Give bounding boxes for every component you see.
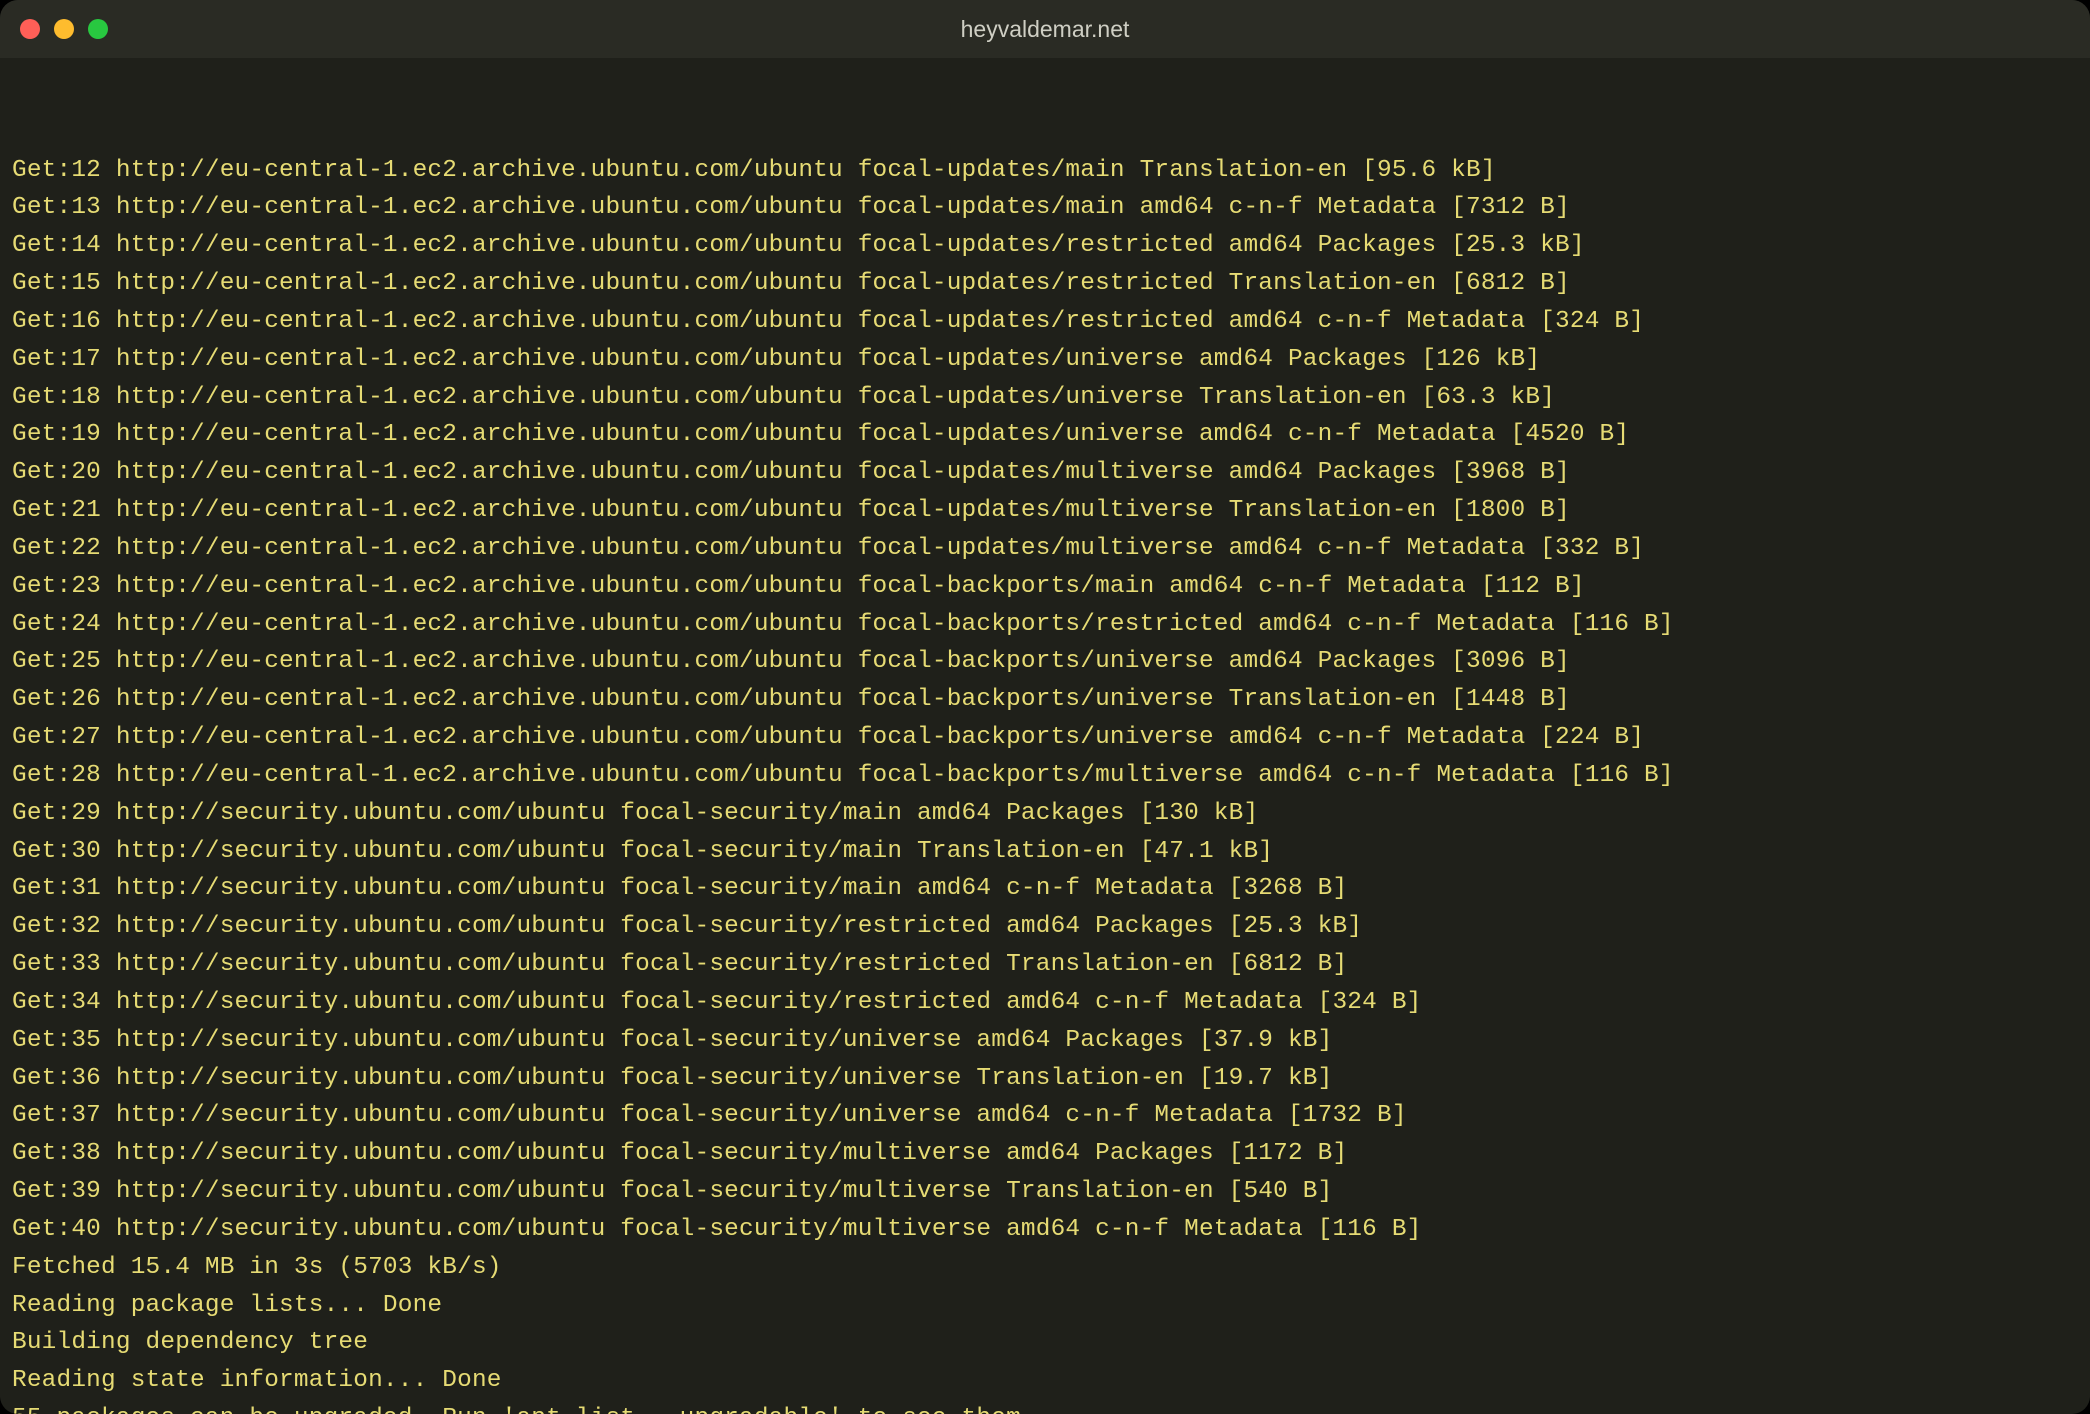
terminal-output-line: Building dependency tree (12, 1324, 2078, 1362)
terminal-output-line: Get:30 http://security.ubuntu.com/ubuntu… (12, 833, 2078, 871)
terminal-output-line: Get:32 http://security.ubuntu.com/ubuntu… (12, 908, 2078, 946)
terminal-output-line: Get:39 http://security.ubuntu.com/ubuntu… (12, 1173, 2078, 1211)
window-controls (20, 19, 108, 39)
terminal-output-line: Get:36 http://security.ubuntu.com/ubuntu… (12, 1060, 2078, 1098)
terminal-output-line: Reading state information... Done (12, 1362, 2078, 1400)
terminal-output-line: Get:19 http://eu-central-1.ec2.archive.u… (12, 416, 2078, 454)
terminal-output-line: Get:15 http://eu-central-1.ec2.archive.u… (12, 265, 2078, 303)
minimize-icon[interactable] (54, 19, 74, 39)
terminal-output-line: Get:18 http://eu-central-1.ec2.archive.u… (12, 379, 2078, 417)
terminal-output-line: Get:37 http://security.ubuntu.com/ubuntu… (12, 1097, 2078, 1135)
terminal-output-line: Get:25 http://eu-central-1.ec2.archive.u… (12, 643, 2078, 681)
terminal-output-line: Get:33 http://security.ubuntu.com/ubuntu… (12, 946, 2078, 984)
terminal-window: heyvaldemar.net Get:12 http://eu-central… (0, 0, 2090, 1414)
close-icon[interactable] (20, 19, 40, 39)
terminal-output-line: Get:23 http://eu-central-1.ec2.archive.u… (12, 568, 2078, 606)
terminal-output-line: Fetched 15.4 MB in 3s (5703 kB/s) (12, 1249, 2078, 1287)
maximize-icon[interactable] (88, 19, 108, 39)
terminal-output: Get:12 http://eu-central-1.ec2.archive.u… (12, 152, 2078, 1414)
terminal-output-line: Get:35 http://security.ubuntu.com/ubuntu… (12, 1022, 2078, 1060)
terminal-output-line: 55 packages can be upgraded. Run 'apt li… (12, 1400, 2078, 1414)
terminal-output-line: Get:13 http://eu-central-1.ec2.archive.u… (12, 189, 2078, 227)
terminal-output-line: Get:26 http://eu-central-1.ec2.archive.u… (12, 681, 2078, 719)
terminal-body[interactable]: Get:12 http://eu-central-1.ec2.archive.u… (0, 58, 2090, 1414)
window-title: heyvaldemar.net (0, 16, 2090, 43)
window-titlebar: heyvaldemar.net (0, 0, 2090, 58)
terminal-output-line: Get:27 http://eu-central-1.ec2.archive.u… (12, 719, 2078, 757)
terminal-output-line: Get:14 http://eu-central-1.ec2.archive.u… (12, 227, 2078, 265)
terminal-output-line: Reading package lists... Done (12, 1287, 2078, 1325)
terminal-output-line: Get:34 http://security.ubuntu.com/ubuntu… (12, 984, 2078, 1022)
terminal-output-line: Get:40 http://security.ubuntu.com/ubuntu… (12, 1211, 2078, 1249)
terminal-output-line: Get:31 http://security.ubuntu.com/ubuntu… (12, 870, 2078, 908)
terminal-output-line: Get:22 http://eu-central-1.ec2.archive.u… (12, 530, 2078, 568)
terminal-output-line: Get:17 http://eu-central-1.ec2.archive.u… (12, 341, 2078, 379)
terminal-output-line: Get:16 http://eu-central-1.ec2.archive.u… (12, 303, 2078, 341)
terminal-output-line: Get:29 http://security.ubuntu.com/ubuntu… (12, 795, 2078, 833)
terminal-output-line: Get:12 http://eu-central-1.ec2.archive.u… (12, 152, 2078, 190)
terminal-output-line: Get:28 http://eu-central-1.ec2.archive.u… (12, 757, 2078, 795)
terminal-output-line: Get:21 http://eu-central-1.ec2.archive.u… (12, 492, 2078, 530)
terminal-output-line: Get:38 http://security.ubuntu.com/ubuntu… (12, 1135, 2078, 1173)
terminal-output-line: Get:24 http://eu-central-1.ec2.archive.u… (12, 606, 2078, 644)
terminal-output-line: Get:20 http://eu-central-1.ec2.archive.u… (12, 454, 2078, 492)
